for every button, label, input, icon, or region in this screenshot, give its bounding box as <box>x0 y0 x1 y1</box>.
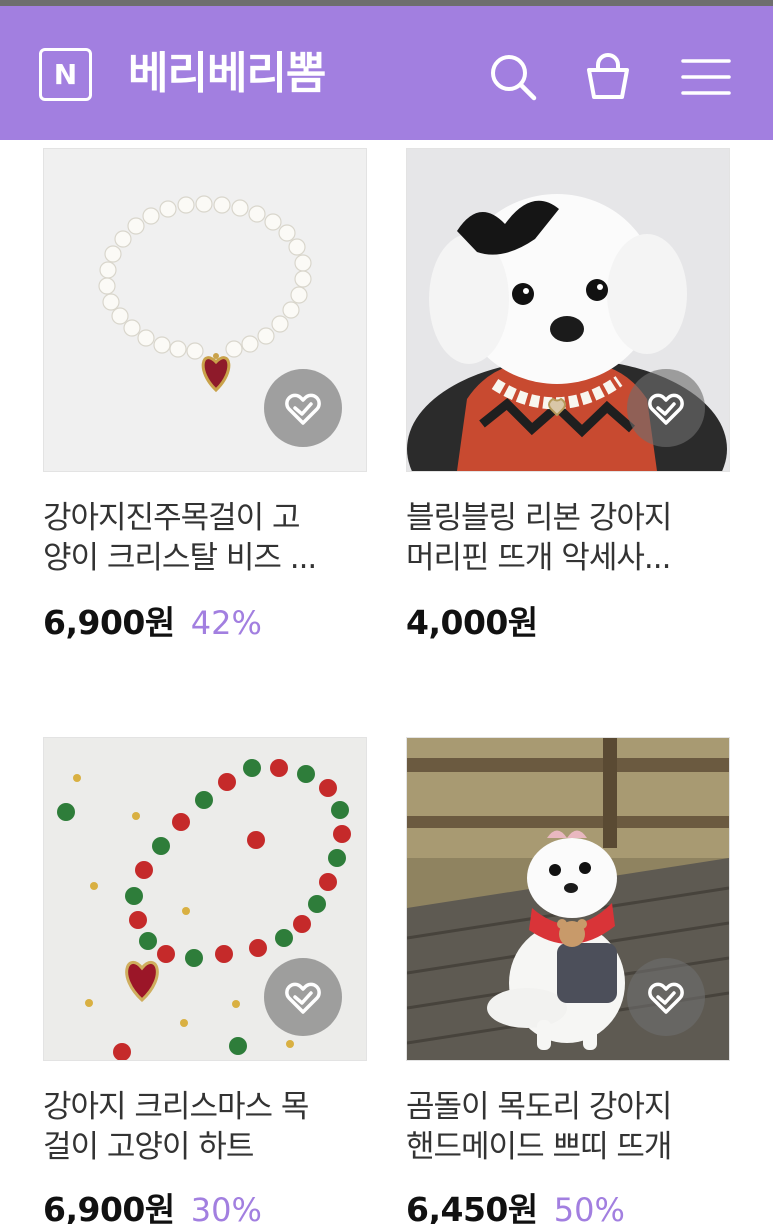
discount-rate: 30% <box>190 1191 262 1224</box>
price-row: 6,900원 30% <box>43 1183 262 1224</box>
discount-rate: 42% <box>190 604 262 642</box>
price-row: 6,900원 42% <box>43 596 262 642</box>
naver-logo[interactable]: N <box>39 48 92 101</box>
store-name[interactable]: 베리베리뽐 <box>128 44 326 104</box>
wishlist-button[interactable] <box>627 958 705 1036</box>
product-title[interactable]: 곰돌이 목도리 강아지 핸드메이드 쁘띠 뜨개 <box>406 1087 730 1167</box>
product-price: 6,900원 <box>43 1190 175 1224</box>
search-button[interactable] <box>486 50 540 104</box>
product-title[interactable]: 강아지 크리스마스 목 걸이 고양이 하트 <box>43 1087 367 1167</box>
price-row: 4,000원 <box>406 596 554 642</box>
discount-rate: 50% <box>553 1191 625 1224</box>
heart-check-icon <box>285 393 321 425</box>
product-title-line: 강아지 크리스마스 목 <box>43 1089 309 1125</box>
price-row: 6,450원 50% <box>406 1183 625 1224</box>
wishlist-button[interactable] <box>264 958 342 1036</box>
product-title[interactable]: 블링블링 리본 강아지 머리핀 뜨개 악세사... <box>406 498 730 578</box>
wishlist-button[interactable] <box>264 369 342 447</box>
hamburger-menu-icon <box>681 59 731 95</box>
product-title-line: 머리핀 뜨개 악세사... <box>406 540 671 576</box>
product-price: 6,450원 <box>406 1190 538 1224</box>
store-header: N 베리베리뽐 <box>0 6 773 140</box>
product-title[interactable]: 강아지진주목걸이 고 양이 크리스탈 비즈 ... <box>43 498 367 578</box>
heart-check-icon <box>648 982 684 1014</box>
heart-check-icon <box>285 982 321 1014</box>
shopping-bag-icon <box>587 53 629 99</box>
product-grid: 강아지진주목걸이 고 양이 크리스탈 비즈 ... 6,900원 42% 블링블… <box>0 140 773 1224</box>
product-price: 6,900원 <box>43 603 175 642</box>
product-title-line: 강아지진주목걸이 고 <box>43 500 301 536</box>
cart-button[interactable] <box>581 50 635 104</box>
product-title-line: 양이 크리스탈 비즈 ... <box>43 540 317 576</box>
menu-button[interactable] <box>679 50 733 104</box>
product-title-line: 핸드메이드 쁘띠 뜨개 <box>406 1129 672 1165</box>
product-title-line: 곰돌이 목도리 강아지 <box>406 1089 672 1125</box>
search-icon <box>491 55 537 101</box>
wishlist-button[interactable] <box>627 369 705 447</box>
heart-check-icon <box>648 393 684 425</box>
product-title-line: 걸이 고양이 하트 <box>43 1129 254 1165</box>
product-title-line: 블링블링 리본 강아지 <box>406 500 672 536</box>
product-price: 4,000원 <box>406 603 538 642</box>
